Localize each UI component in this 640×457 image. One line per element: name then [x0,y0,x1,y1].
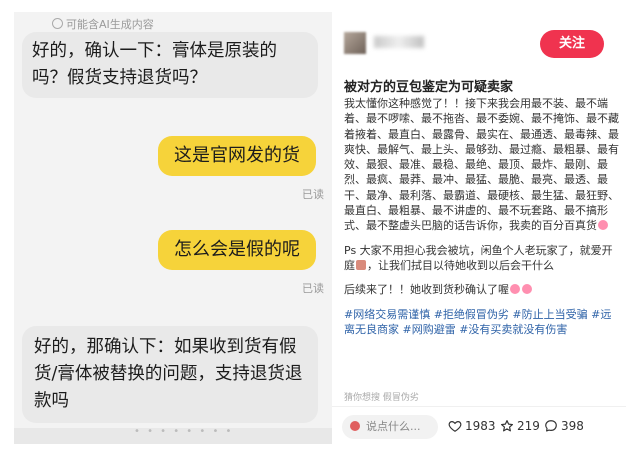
chat-message-incoming: 好的，确认一下：膏体是原装的吗？假货支持退货吗？ [22,32,318,98]
post-paragraph: 我太懂你这种感觉了！！接下来我会用最不装、最不端着、最不啰嗦、最不拖沓、最不委婉… [344,97,619,233]
emoji-icon [356,259,366,270]
post-panel: 关注 被对方的豆包鉴定为可疑卖家 我太懂你这种感觉了！！接下来我会用最不装、最不… [332,12,626,444]
comment-input[interactable]: 说点什么... [342,415,438,439]
star-icon [500,420,514,432]
heart-icon [448,421,462,432]
read-status: 已读 [302,282,324,295]
chat-message-outgoing: 这是官网发的货 [158,136,316,176]
read-status: 已读 [302,188,324,201]
ai-notice: 可能含AI生成内容 [52,16,154,32]
follow-button[interactable]: 关注 [540,30,604,58]
related-search[interactable]: 猜你想搜 假冒伪劣 [344,390,419,403]
scroll-indicator: • • • • • • • • [134,426,234,437]
post-paragraph: Ps 大家不用担心我会被坑，闲鱼个人老玩家了，就爱开庭 ，让我们拭目以待她收到以后… [344,243,613,272]
post-title: 被对方的豆包鉴定为可疑卖家 [344,80,514,95]
chat-message-outgoing: 怎么会是假的呢 [158,230,316,270]
emoji-icon [598,220,608,231]
emoji-icon [510,284,520,295]
comment-button[interactable]: 398 [544,419,584,433]
post-body: 我太懂你这种感觉了！！接下来我会用最不装、最不端着、最不啰嗦、最不拖沓、最不委婉… [344,96,622,346]
like-button[interactable]: 1983 [448,419,496,433]
username-blurred[interactable] [374,36,424,48]
avatar[interactable] [344,32,366,54]
chat-screenshot: 可能含AI生成内容 好的，确认一下：膏体是原装的吗？假货支持退货吗？ 这是官网发… [14,12,332,444]
star-button[interactable]: 219 [500,419,540,433]
chat-message-incoming: 好的，那确认下：如果收到货有假货/膏体被替换的问题，支持退货退款吗 [22,326,318,423]
emoji-icon [522,284,532,295]
post-paragraph: 后续来了！！她收到货秒确认了喔 [344,282,622,297]
post-tags[interactable]: #网络交易需谨慎 #拒绝假冒伪劣 #防止上当受骗 #远离无良商家 #网购避雷 #… [344,307,622,338]
pen-icon [350,421,360,431]
info-icon [52,18,63,29]
action-bar: 说点什么... 1983 219 398 [332,406,626,444]
comment-icon [545,420,557,432]
